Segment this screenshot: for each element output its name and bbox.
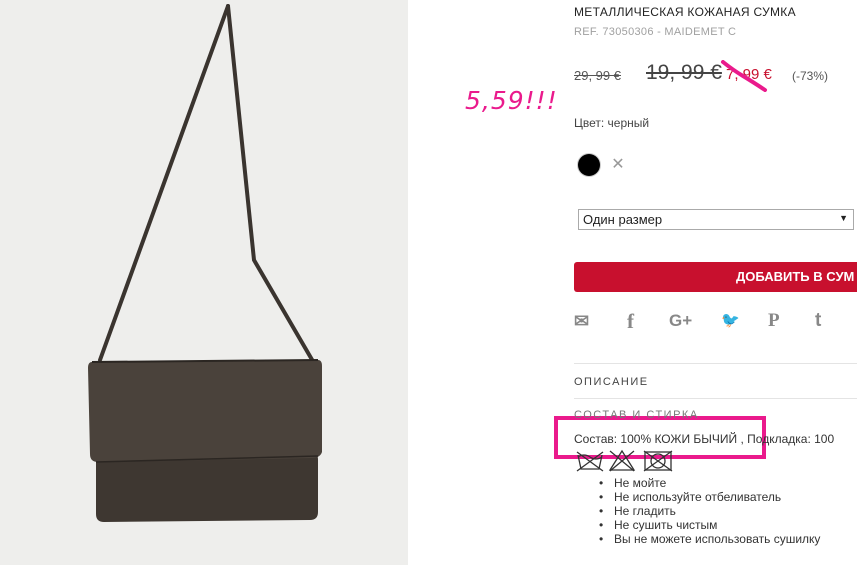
handwritten-price-note: 5,59!!! bbox=[465, 86, 558, 115]
care-icons bbox=[576, 449, 676, 473]
original-price: 29, 99 € bbox=[574, 68, 621, 83]
add-to-bag-button[interactable]: ДОБАВИТЬ В СУМ bbox=[574, 262, 857, 292]
product-title: МЕТАЛЛИЧЕСКАЯ КОЖАНАЯ СУМКА bbox=[574, 5, 796, 19]
care-instructions-list: Не мойте Не используйте отбеливатель Не … bbox=[599, 476, 820, 546]
twitter-icon[interactable]: 🐦 bbox=[721, 309, 740, 333]
list-item: Не сушить чистым bbox=[599, 518, 820, 532]
size-select[interactable]: Один размер ▼ bbox=[578, 209, 854, 230]
list-item: Не мойте bbox=[599, 476, 820, 490]
color-swatch-black[interactable] bbox=[578, 154, 600, 176]
list-item: Не гладить bbox=[599, 504, 820, 518]
list-item: Не используйте отбеливатель bbox=[599, 490, 820, 504]
close-icon[interactable]: ✕ bbox=[610, 157, 626, 173]
mail-icon[interactable]: ✉ bbox=[574, 309, 589, 333]
color-label: Цвет: черный bbox=[574, 116, 650, 130]
share-bar: ✉ f G+ 🐦 P t bbox=[574, 309, 857, 333]
previous-price: 19, 99 € bbox=[646, 61, 722, 84]
pinterest-icon[interactable]: P bbox=[768, 309, 780, 333]
tumblr-icon[interactable]: t bbox=[815, 309, 821, 333]
composition-text: Состав: 100% КОЖИ БЫЧИЙ , Подкладка: 100 bbox=[574, 432, 835, 446]
divider bbox=[574, 398, 857, 399]
product-reference: REF. 73050306 - MAIDEMET C bbox=[574, 26, 737, 38]
no-tumble-dry-icon bbox=[643, 450, 673, 472]
list-item: Вы не можете использовать сушилку bbox=[599, 532, 820, 546]
divider bbox=[574, 363, 857, 364]
facebook-icon[interactable]: f bbox=[627, 309, 634, 333]
price-strike-mark-icon bbox=[721, 60, 767, 92]
size-selected-value: Один размер bbox=[583, 212, 663, 227]
section-composition[interactable]: СОСТАВ И СТИРКА bbox=[574, 409, 699, 421]
section-description[interactable]: ОПИСАНИЕ bbox=[574, 376, 649, 388]
product-image bbox=[0, 0, 408, 565]
discount-badge: (-73%) bbox=[792, 69, 829, 83]
chevron-down-icon: ▼ bbox=[839, 213, 848, 223]
no-bleach-icon bbox=[608, 449, 636, 472]
google-plus-icon[interactable]: G+ bbox=[669, 309, 692, 333]
no-wash-icon bbox=[576, 451, 604, 472]
